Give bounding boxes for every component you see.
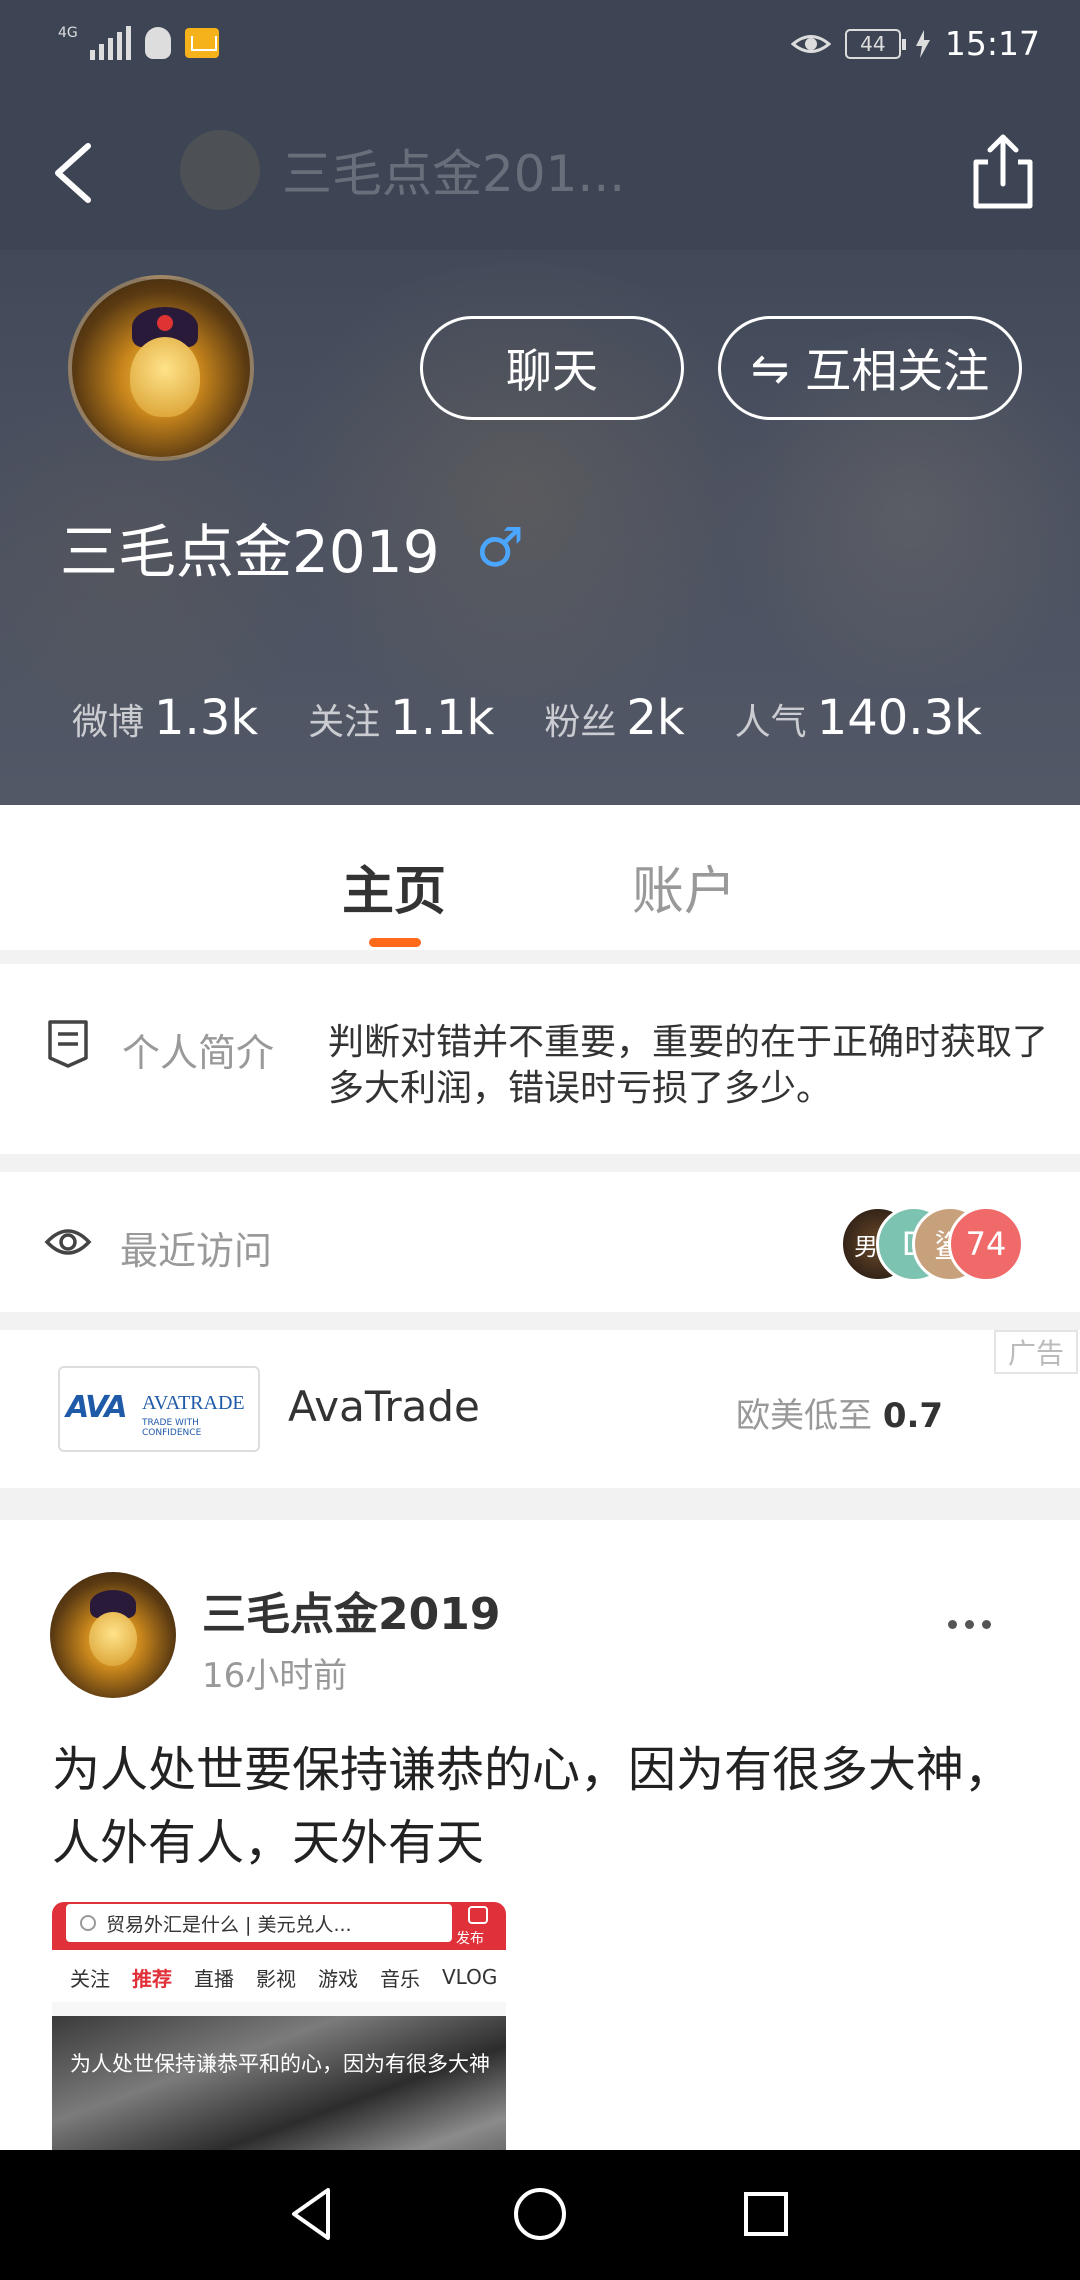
post-text: 为人处世要保持谦恭的心，因为有很多大神，人外有人，天外有天 bbox=[52, 1742, 1013, 1871]
post-card[interactable]: 三毛点金2019 16小时前 为人处世要保持谦恭的心，因为有很多大神，人外有人，… bbox=[0, 1520, 1080, 2150]
chevron-left-icon[interactable] bbox=[46, 138, 106, 208]
nav-back-icon[interactable] bbox=[284, 2184, 344, 2244]
bio-icon bbox=[48, 1020, 88, 1068]
stat-weibo[interactable]: 微博 1.3k bbox=[72, 690, 258, 746]
image-nav-item: 直播 bbox=[194, 1966, 234, 1991]
stat-label: 微博 bbox=[72, 702, 145, 743]
nav-title-group: 三毛点金201... bbox=[180, 130, 625, 210]
tab-account[interactable]: 账户 bbox=[632, 849, 736, 924]
image-nav-item: 影视 bbox=[256, 1966, 296, 1991]
male-gender-icon: ♂ bbox=[475, 515, 525, 579]
signal-icon bbox=[89, 26, 131, 60]
share-icon[interactable] bbox=[968, 132, 1038, 212]
profile-tabs: 主页 账户 bbox=[0, 805, 1080, 950]
nav-home-icon[interactable] bbox=[510, 2184, 570, 2244]
mutual-follow-icon: ⇋ bbox=[750, 341, 790, 395]
stat-label: 粉丝 bbox=[544, 702, 617, 743]
network-type: 4G bbox=[58, 25, 78, 41]
intro-text: 判断对错并不重要，重要的在于正确时获取了多大利润，错误时亏损了多少。 bbox=[328, 1022, 1049, 1109]
image-search-bar: 贸易外汇是什么 | 美元兑人... bbox=[66, 1904, 452, 1942]
ad-label: 广告 bbox=[994, 1330, 1078, 1374]
chat-button-label: 聊天 bbox=[506, 344, 598, 398]
mutual-follow-button[interactable]: ⇋ 互相关注 bbox=[718, 316, 1022, 420]
nav-recents-icon[interactable] bbox=[736, 2184, 796, 2244]
charging-icon bbox=[915, 29, 930, 58]
mutual-follow-label: 互相关注 bbox=[805, 344, 990, 398]
post-author-name[interactable]: 三毛点金2019 bbox=[202, 1578, 500, 1642]
intro-label: 个人简介 bbox=[122, 1031, 275, 1075]
chat-button[interactable]: 聊天 bbox=[420, 316, 684, 420]
stat-value: 140.3k bbox=[816, 690, 982, 746]
eye-icon bbox=[44, 1229, 92, 1255]
visitor-avatars[interactable]: 男人 D 鲨 74 bbox=[840, 1206, 1040, 1282]
image-nav-item: 关注 bbox=[70, 1966, 110, 1991]
status-bar: 4G 44 15:17 bbox=[0, 0, 1080, 90]
visitor-count-badge: 74 bbox=[948, 1206, 1024, 1282]
stat-value: 2k bbox=[626, 690, 685, 746]
divider bbox=[0, 1312, 1080, 1330]
image-publish-label: 发布 bbox=[456, 1931, 484, 1947]
system-nav-bar bbox=[0, 2150, 1080, 2280]
more-options-icon[interactable] bbox=[948, 1620, 991, 1629]
status-left: 4G bbox=[58, 26, 219, 60]
image-nav: 关注 推荐 直播 影视 游戏 音乐 VLOG bbox=[52, 1950, 506, 2004]
divider bbox=[0, 1488, 1080, 1520]
stat-value: 1.3k bbox=[154, 690, 259, 746]
image-caption: 为人处世保持谦恭平和的心，因为有很多大神 bbox=[70, 2052, 490, 2076]
recent-visits-row[interactable]: 最近访问 男人 D 鲨 74 bbox=[0, 1172, 1080, 1312]
logo-word: AVATRADE bbox=[142, 1392, 245, 1414]
stat-popularity: 人气 140.3k bbox=[735, 690, 982, 746]
ad-description: 欧美低至 0.7 bbox=[736, 1396, 944, 1436]
image-nav-item: VLOG bbox=[442, 1965, 498, 1989]
nav-avatar bbox=[180, 130, 260, 210]
battery-icon: 44 bbox=[844, 28, 906, 59]
stat-fans[interactable]: 粉丝 2k bbox=[544, 690, 684, 746]
profile-header: 4G 44 15:17 三毛点金201... 聊天 ⇋ 互相关注 三毛点金201… bbox=[0, 0, 1080, 805]
top-nav: 三毛点金201... bbox=[0, 120, 1080, 230]
logo-mark: AVA bbox=[66, 1390, 128, 1425]
intro-section: 个人简介 判断对错并不重要，重要的在于正确时获取了多大利润，错误时亏损了多少。 bbox=[0, 964, 1080, 1154]
ad-name: AvaTrade bbox=[288, 1382, 480, 1431]
profile-name-row: 三毛点金2019 ♂ bbox=[60, 505, 524, 589]
stat-label: 人气 bbox=[734, 702, 807, 743]
image-nav-item: 推荐 bbox=[132, 1966, 172, 1991]
mail-icon bbox=[184, 28, 219, 58]
stat-label: 关注 bbox=[308, 702, 381, 743]
clock: 15:17 bbox=[944, 24, 1040, 63]
battery-level: 44 bbox=[860, 31, 886, 56]
tab-home[interactable]: 主页 bbox=[342, 849, 446, 924]
nav-title: 三毛点金201... bbox=[282, 145, 626, 203]
eye-comfort-icon bbox=[790, 34, 831, 53]
ad-banner[interactable]: AVA AVATRADE TRADE WITH CONFIDENCE AvaTr… bbox=[0, 1330, 1080, 1488]
qq-icon bbox=[144, 27, 171, 59]
profile-stats: 微博 1.3k 关注 1.1k 粉丝 2k 人气 140.3k bbox=[72, 690, 1032, 746]
post-timestamp: 16小时前 bbox=[202, 1656, 348, 1696]
stat-value: 1.1k bbox=[390, 690, 495, 746]
profile-name: 三毛点金2019 bbox=[60, 518, 440, 586]
image-photo bbox=[52, 2016, 506, 2150]
divider bbox=[0, 1154, 1080, 1172]
avatrade-logo: AVA AVATRADE TRADE WITH CONFIDENCE bbox=[58, 1366, 260, 1452]
divider bbox=[0, 950, 1080, 964]
stat-following[interactable]: 关注 1.1k bbox=[308, 690, 494, 746]
post-author-avatar[interactable] bbox=[50, 1572, 176, 1698]
logo-tagline: TRADE WITH CONFIDENCE bbox=[142, 1418, 202, 1438]
profile-avatar[interactable] bbox=[68, 275, 254, 461]
active-tab-indicator bbox=[369, 938, 421, 947]
publish-icon bbox=[468, 1906, 488, 1924]
post-image[interactable]: 贸易外汇是什么 | 美元兑人... 发布 关注 推荐 直播 影视 游戏 音乐 V… bbox=[52, 1902, 506, 2150]
image-nav-item: 游戏 bbox=[318, 1966, 358, 1991]
image-nav-item: 音乐 bbox=[380, 1966, 420, 1991]
status-right: 44 15:17 bbox=[790, 24, 1040, 63]
recent-visits-label: 最近访问 bbox=[120, 1229, 273, 1273]
